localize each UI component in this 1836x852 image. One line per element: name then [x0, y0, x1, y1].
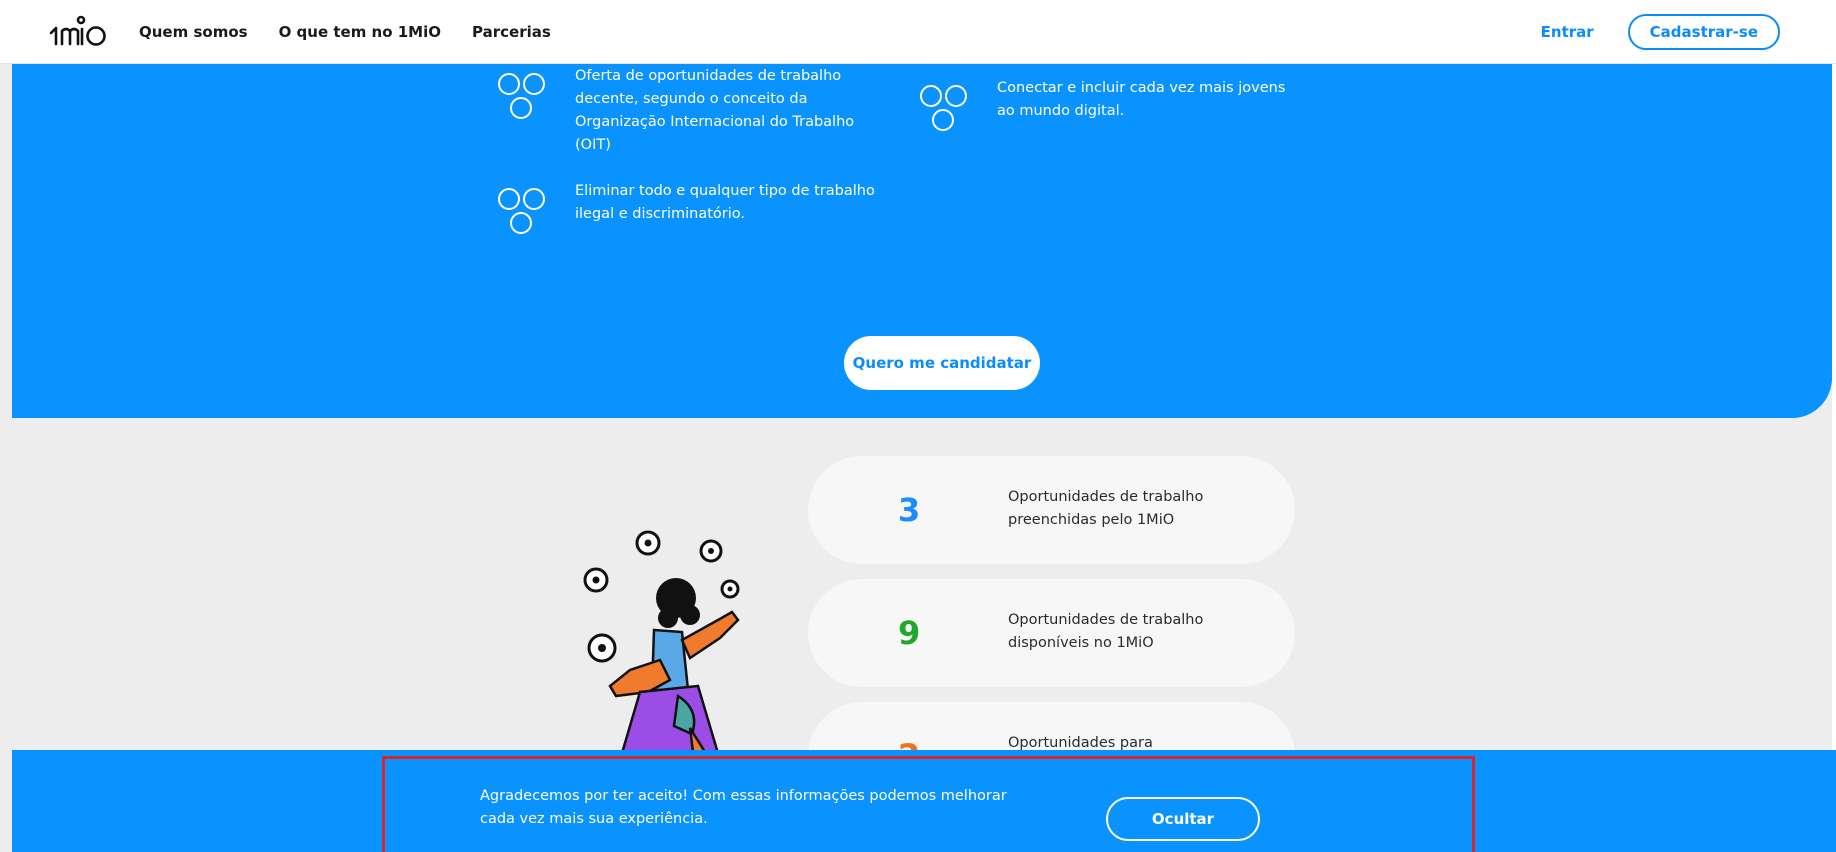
benefit-item-illegal-work: Eliminar todo e qualquer tipo de trabalh… — [495, 180, 885, 238]
stat-card-filled: 3 Oportunidades de trabalho preenchidas … — [808, 456, 1295, 564]
benefit-text: Oferta de oportunidades de trabalho dece… — [575, 68, 855, 153]
logo-1mio[interactable] — [48, 14, 108, 50]
three-circles-icon — [920, 85, 967, 131]
top-nav: Quem somos O que tem no 1MiO Parcerias E… — [0, 0, 1836, 64]
nav-links: Quem somos O que tem no 1MiO Parcerias — [139, 0, 551, 64]
login-link[interactable]: Entrar — [1541, 23, 1594, 41]
stat-label: Oportunidades de trabalho disponíveis no… — [1008, 612, 1204, 651]
benefit-text: Eliminar todo e qualquer tipo de trabalh… — [575, 183, 875, 222]
nav-actions: Entrar Cadastrar-se — [1541, 0, 1780, 64]
nav-link-quem-somos[interactable]: Quem somos — [139, 23, 248, 41]
nav-link-o-que-tem[interactable]: O que tem no 1MiO — [279, 23, 441, 41]
stat-card-available: 9 Oportunidades de trabalho disponíveis … — [808, 579, 1295, 687]
stat-value: 9 — [898, 614, 921, 652]
stat-value: 3 — [898, 491, 921, 529]
nav-link-parcerias[interactable]: Parcerias — [472, 23, 551, 41]
benefit-text: Conectar e incluir cada vez mais jovens … — [997, 80, 1286, 119]
stat-label: Oportunidades de trabalho preenchidas pe… — [1008, 489, 1204, 528]
scrollbar-track[interactable] — [1832, 64, 1836, 852]
three-circles-icon — [498, 188, 545, 234]
cookie-banner: Agradecemos por ter aceito! Com essas in… — [12, 750, 1836, 852]
cookie-message: Agradecemos por ter aceito! Com essas in… — [480, 788, 1007, 827]
benefits-section: Oferta de oportunidades de trabalho dece… — [12, 64, 1832, 418]
signup-button[interactable]: Cadastrar-se — [1627, 14, 1780, 50]
apply-button[interactable]: Quero me candidatar — [844, 336, 1040, 390]
juggler-illustration — [583, 530, 740, 760]
three-circles-icon — [498, 73, 545, 119]
hide-cookie-button[interactable]: Ocultar — [1106, 797, 1260, 841]
benefit-item-decent-work: Oferta de oportunidades de trabalho dece… — [495, 65, 885, 157]
benefit-item-digital: Conectar e incluir cada vez mais jovens … — [917, 77, 1307, 135]
